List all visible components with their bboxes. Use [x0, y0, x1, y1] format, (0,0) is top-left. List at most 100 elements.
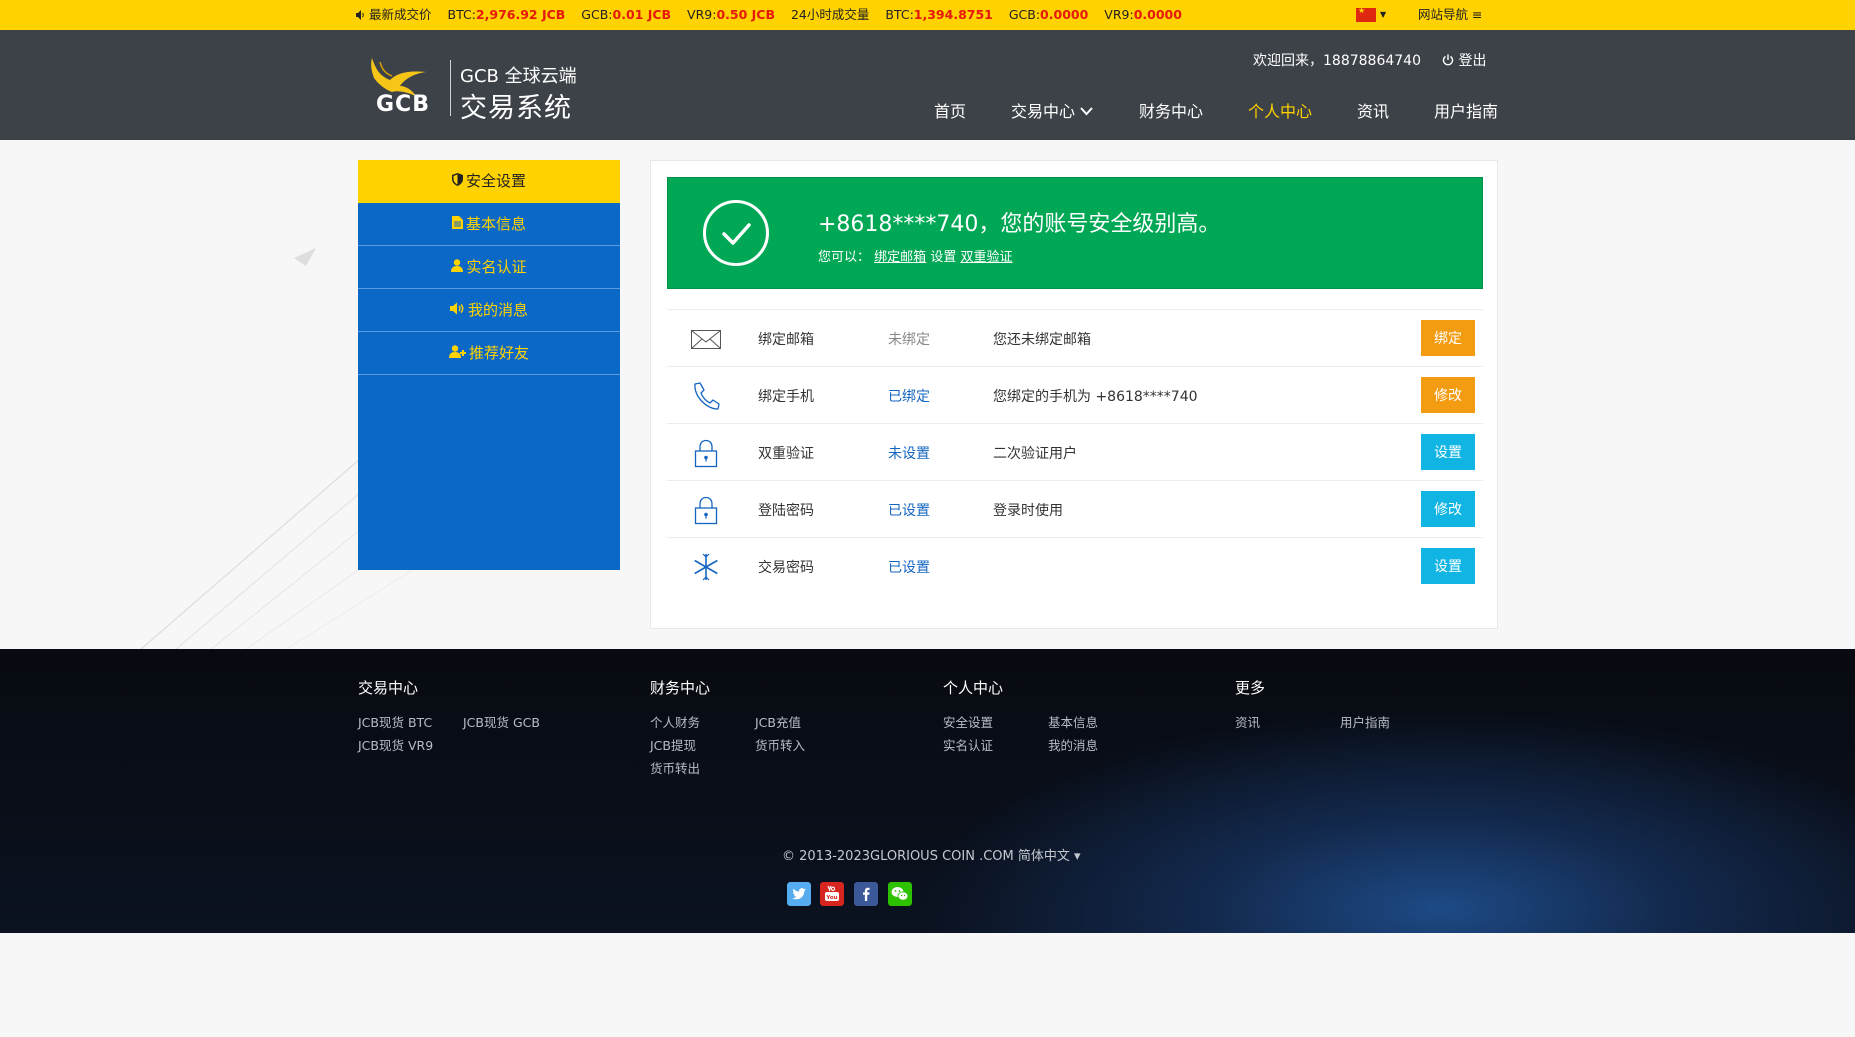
footer-link[interactable]: 我的消息	[1048, 735, 1098, 754]
logout-label: 登出	[1458, 53, 1487, 69]
footer-link[interactable]: 货币转入	[755, 735, 805, 754]
row-desc: 登录时使用	[993, 503, 1063, 519]
ticker-vol-gcb-value: 0.0000	[1040, 7, 1089, 22]
ticker-volume-label: 24小时成交量	[790, 7, 870, 22]
sidebar-item-refer-friends[interactable]: 推荐好友	[358, 332, 620, 375]
footer-heading: 个人中心	[943, 679, 1004, 697]
shield-icon	[451, 160, 463, 202]
two-factor-link[interactable]: 双重验证	[960, 250, 1012, 265]
menu-icon: ≡	[1472, 7, 1483, 22]
footer-link[interactable]: JCB提现	[650, 735, 696, 754]
footer-link[interactable]: 资讯	[1235, 712, 1260, 731]
copyright-language[interactable]: © 2013-2023GLORIOUS COIN .COM 简体中文 ▾	[782, 845, 1081, 864]
footer-link[interactable]: JCB充值	[755, 712, 801, 731]
security-row-two-factor: 双重验证 未设置 二次验证用户 设置	[667, 423, 1483, 480]
footer-link[interactable]: 货币转出	[650, 758, 700, 777]
power-icon	[1442, 54, 1454, 66]
ticker-vr9-label: VR9:	[687, 7, 717, 22]
price-ticker-bar: 最新成交价 BTC:2,976.92 JCB GCB:0.01 JCB VR9:…	[0, 0, 1855, 30]
security-row-trade-password: 交易密码 已设置 设置	[667, 537, 1483, 594]
facebook-icon[interactable]	[854, 882, 878, 906]
row-name: 双重验证	[758, 446, 814, 462]
ticker-btc-label: BTC:	[447, 7, 476, 22]
user-icon	[451, 246, 464, 288]
ticker-vol-vr9-label: VR9:	[1104, 7, 1134, 22]
sidebar-item-label: 我的消息	[467, 301, 528, 319]
nav-trading-center[interactable]: 交易中心	[1011, 98, 1093, 122]
logo-gcb-text: GCB	[376, 92, 430, 117]
footer-link[interactable]: JCB现货 GCB	[463, 712, 540, 731]
asterisk-icon	[694, 553, 718, 581]
footer-link[interactable]: 安全设置	[943, 712, 993, 731]
logout-link[interactable]: 登出	[1442, 50, 1486, 70]
bind-email-button[interactable]: 绑定	[1421, 320, 1475, 356]
nav-user-guide[interactable]: 用户指南	[1434, 98, 1498, 122]
sidebar-item-messages[interactable]: 我的消息	[358, 289, 620, 332]
footer-link[interactable]: 个人财务	[650, 712, 700, 731]
lock-icon	[694, 496, 718, 525]
security-row-email: 绑定邮箱 未绑定 您还未绑定邮箱 绑定	[667, 309, 1483, 366]
site-nav-menu[interactable]: 网站导航 ≡	[1418, 0, 1482, 30]
ticker-gcb-value: 0.01 JCB	[612, 7, 672, 22]
logo-divider	[450, 60, 451, 116]
security-suggestions: 您可以： 绑定邮箱 设置 双重验证	[818, 246, 1012, 265]
account-sidebar: 安全设置 基本信息 实名认证 我的消息 推荐好友	[358, 160, 620, 570]
nav-home[interactable]: 首页	[934, 98, 966, 122]
wechat-icon[interactable]	[888, 882, 912, 906]
row-status: 未绑定	[888, 332, 930, 348]
row-desc: 您还未绑定邮箱	[993, 332, 1091, 348]
row-status: 已设置	[888, 560, 930, 576]
nav-finance-center[interactable]: 财务中心	[1139, 98, 1203, 122]
setup-two-factor-button[interactable]: 设置	[1421, 434, 1475, 470]
row-desc: 二次验证用户	[993, 446, 1077, 462]
nav-news[interactable]: 资讯	[1357, 98, 1389, 122]
speaker-icon	[356, 10, 364, 20]
twitter-icon[interactable]	[787, 882, 811, 906]
sidebar-item-security[interactable]: 安全设置	[358, 160, 620, 203]
footer-col-finance: 财务中心 个人财务 JCB充值 JCB提现 货币转入 货币转出	[650, 677, 805, 776]
language-caret-icon[interactable]: ▼	[1380, 0, 1386, 30]
change-login-password-button[interactable]: 修改	[1421, 491, 1475, 527]
change-phone-button[interactable]: 修改	[1421, 377, 1475, 413]
footer-heading: 财务中心	[650, 679, 711, 697]
footer-link[interactable]: JCB现货 VR9	[358, 735, 433, 754]
site-footer: 交易中心 JCB现货 BTC JCB现货 GCB JCB现货 VR9 财务中心 …	[0, 649, 1855, 933]
security-panel: +8618****740，您的账号安全级别高。 您可以： 绑定邮箱 设置 双重验…	[650, 160, 1498, 629]
site-logo[interactable]: GCB GCB 全球云端 交易系统	[366, 56, 581, 124]
footer-heading: 交易中心	[358, 679, 419, 697]
chevron-down-icon	[1080, 107, 1093, 116]
security-level-title: +8618****740，您的账号安全级别高。	[818, 212, 1221, 237]
setup-trade-password-button[interactable]: 设置	[1421, 548, 1475, 584]
ticker-vol-btc-label: BTC:	[885, 7, 914, 22]
nav-personal-center[interactable]: 个人中心	[1248, 98, 1312, 122]
row-name: 交易密码	[758, 560, 814, 576]
document-icon	[451, 203, 463, 245]
youtube-icon[interactable]: You	[820, 882, 844, 906]
ticker-content: 最新成交价 BTC:2,976.92 JCB GCB:0.01 JCB VR9:…	[356, 0, 1182, 30]
envelope-icon	[691, 330, 721, 349]
welcome-text: 欢迎回来，18878864740	[1253, 53, 1421, 69]
footer-link[interactable]: 用户指南	[1340, 712, 1390, 731]
row-status: 未设置	[888, 446, 930, 462]
row-name: 绑定手机	[758, 389, 814, 405]
you-can-label: 您可以：	[818, 250, 871, 265]
sidebar-item-real-name[interactable]: 实名认证	[358, 246, 620, 289]
ticker-gcb-label: GCB:	[581, 7, 613, 22]
row-name: 登陆密码	[758, 503, 814, 519]
row-status: 已绑定	[888, 389, 930, 405]
footer-col-trading: 交易中心 JCB现货 BTC JCB现货 GCB JCB现货 VR9	[358, 677, 540, 753]
ticker-vol-vr9-value: 0.0000	[1133, 7, 1182, 22]
footer-heading: 更多	[1235, 679, 1266, 697]
footer-link[interactable]: JCB现货 BTC	[358, 712, 432, 731]
sidebar-item-label: 实名认证	[466, 258, 527, 276]
volume-icon	[449, 289, 465, 331]
footer-link[interactable]: 实名认证	[943, 735, 993, 754]
bind-email-link[interactable]: 绑定邮箱	[874, 250, 926, 265]
ticker-vr9-value: 0.50 JCB	[716, 7, 775, 22]
set-label: 设置	[930, 250, 957, 265]
site-nav-label: 网站导航	[1418, 7, 1469, 22]
china-flag-icon[interactable]	[1356, 6, 1376, 22]
ticker-vol-btc-value: 1,394.8751	[913, 7, 993, 22]
footer-link[interactable]: 基本信息	[1048, 712, 1098, 731]
sidebar-item-basic-info[interactable]: 基本信息	[358, 203, 620, 246]
